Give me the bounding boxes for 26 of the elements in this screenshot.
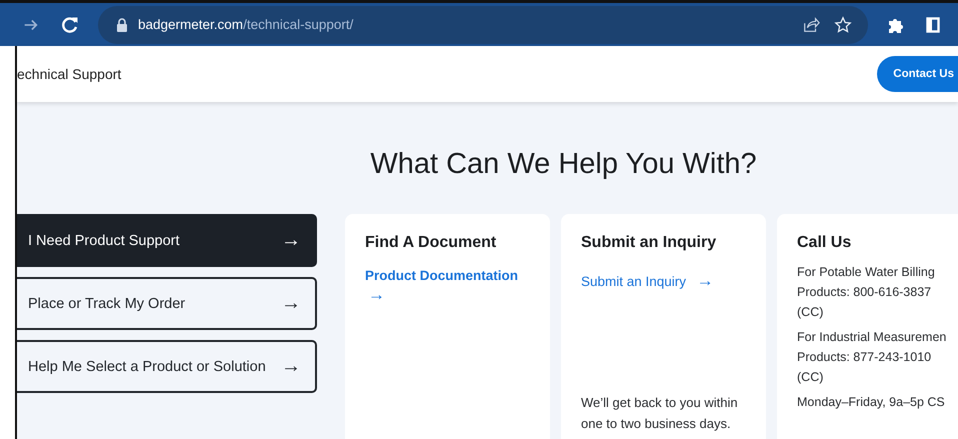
side-panel-icon[interactable] bbox=[926, 16, 940, 32]
page-title: echnical Support bbox=[17, 66, 122, 82]
page-heading: What Can We Help You With? bbox=[369, 148, 758, 181]
contact-info: For Industrial Measuremen Products: 877-243-1010 (CC) bbox=[797, 329, 948, 386]
contact-button[interactable]: Contact Us bbox=[877, 56, 958, 92]
contact-info: Monday–Friday, 9a–5p CS bbox=[797, 394, 946, 411]
inquiry-link[interactable]: Submit an Inquiry → bbox=[581, 271, 766, 291]
address-bar[interactable]: badgermeter.com/technical-support/ bbox=[98, 6, 868, 44]
arrow-icon: → bbox=[281, 229, 301, 252]
card-title: Find A Document bbox=[365, 234, 498, 252]
star-icon[interactable] bbox=[834, 16, 852, 34]
reload-icon[interactable] bbox=[60, 14, 80, 34]
option-button[interactable]: I Need Product Support → bbox=[17, 214, 317, 267]
response-note: We’ll get back to you within one to two business days. bbox=[581, 394, 739, 434]
url-text[interactable]: badgermeter.com/technical-support/ bbox=[138, 16, 354, 34]
card-title: Call Us bbox=[797, 234, 852, 252]
arrow-icon: → bbox=[281, 355, 301, 378]
option-button[interactable]: Help Me Select a Product or Solution → bbox=[17, 340, 317, 393]
arrow-icon: → bbox=[368, 285, 385, 306]
document-link[interactable]: Product Documentation bbox=[365, 267, 550, 286]
option-button[interactable]: Place or Track My Order → bbox=[17, 277, 317, 330]
lock-icon[interactable] bbox=[116, 18, 128, 32]
contact-info: For Potable Water Billing Products: 800-616-3837 (CC) bbox=[797, 264, 936, 321]
arrow-icon: → bbox=[281, 292, 301, 315]
share-icon[interactable] bbox=[802, 16, 820, 34]
card-title: Submit an Inquiry bbox=[581, 234, 718, 252]
